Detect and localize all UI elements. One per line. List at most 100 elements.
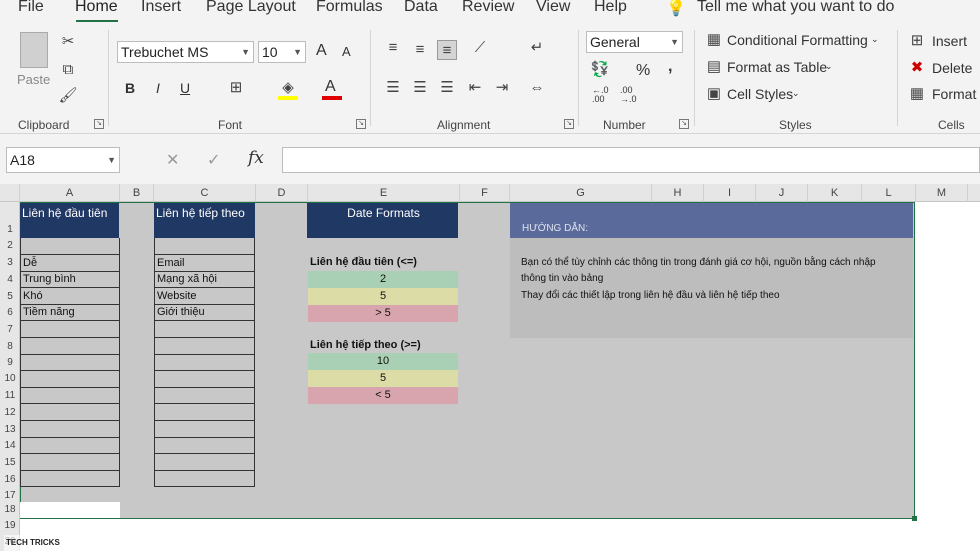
menu-review[interactable]: Review — [462, 0, 514, 16]
header-next-contact[interactable]: Liên hệ tiếp theo — [154, 203, 255, 238]
menu-view[interactable]: View — [536, 0, 570, 16]
guide-header[interactable]: HƯỚNG DẪN: — [510, 203, 913, 238]
row-header[interactable]: 5 — [0, 291, 20, 302]
column-header[interactable]: M — [916, 184, 968, 202]
list-item[interactable]: Email — [155, 255, 185, 271]
clipboard-launcher-icon[interactable]: ↘ — [94, 119, 104, 129]
column-header[interactable]: C — [154, 184, 256, 202]
row-header[interactable]: 3 — [0, 257, 20, 268]
insert-cells-icon[interactable]: ⊞ — [907, 31, 927, 51]
alignment-launcher-icon[interactable]: ↘ — [564, 119, 574, 129]
align-bottom-icon[interactable]: ≡ — [437, 40, 457, 60]
list-item[interactable]: Trung bình — [21, 271, 76, 287]
merge-center-icon[interactable]: ⇔ — [527, 78, 547, 98]
conditional-formatting-icon[interactable]: ▦ — [704, 30, 724, 50]
list-item[interactable]: Tiềm năng — [21, 304, 75, 320]
first-value-green[interactable]: 2 — [308, 271, 458, 288]
list-item[interactable]: Mạng xã hội — [155, 271, 217, 287]
tell-me-search[interactable]: Tell me what you want to do — [697, 0, 894, 16]
menu-help[interactable]: Help — [594, 0, 627, 16]
number-format-select[interactable]: General ▼ — [586, 31, 683, 53]
row-header[interactable]: 12 — [0, 407, 20, 418]
row-header[interactable]: 8 — [0, 341, 20, 352]
menu-page-layout[interactable]: Page Layout — [206, 0, 296, 16]
menu-formulas[interactable]: Formulas — [316, 0, 383, 16]
column-header[interactable]: L — [862, 184, 916, 202]
insert-button[interactable]: Insert — [932, 33, 967, 49]
row-header[interactable]: 7 — [0, 324, 20, 335]
format-button[interactable]: Format — [932, 86, 976, 102]
row-header[interactable]: 10 — [0, 373, 20, 384]
row-header[interactable]: 2 — [0, 240, 20, 251]
format-table-icon[interactable]: ▤ — [704, 57, 724, 77]
column-header[interactable]: J — [756, 184, 808, 202]
row-header[interactable]: 18 — [0, 504, 20, 515]
next-value-yellow[interactable]: 5 — [308, 370, 458, 387]
format-cells-icon[interactable]: ▦ — [907, 84, 927, 104]
number-launcher-icon[interactable]: ↘ — [679, 119, 689, 129]
row-header[interactable]: 14 — [0, 440, 20, 451]
cell-styles-button[interactable]: Cell Styles — [727, 86, 793, 102]
italic-button[interactable]: I — [156, 80, 160, 96]
font-color-button[interactable]: A — [325, 78, 336, 96]
row-header[interactable]: 4 — [0, 274, 20, 285]
list-item[interactable]: Dễ — [21, 255, 37, 271]
conditional-formatting-button[interactable]: Conditional Formatting — [727, 32, 868, 48]
chevron-down-icon[interactable]: ⌄ — [792, 88, 800, 99]
next-value-green[interactable]: 10 — [308, 353, 458, 370]
formula-input[interactable] — [282, 147, 980, 173]
underline-button[interactable]: U — [180, 80, 190, 96]
font-size-select[interactable]: 10 ▼ — [258, 41, 306, 63]
row-header[interactable]: 16 — [0, 474, 20, 485]
column-header[interactable]: H — [652, 184, 704, 202]
font-launcher-icon[interactable]: ↘ — [356, 119, 366, 129]
header-date-formats[interactable]: Date Formats — [307, 203, 458, 238]
bold-button[interactable]: B — [125, 80, 135, 96]
paste-label[interactable]: Paste — [17, 72, 50, 87]
selected-cell-a18[interactable] — [20, 502, 120, 518]
first-value-yellow[interactable]: 5 — [308, 288, 458, 305]
menu-data[interactable]: Data — [404, 0, 438, 16]
fill-handle[interactable] — [912, 516, 917, 521]
enter-icon[interactable]: ✓ — [207, 150, 220, 170]
column-header[interactable]: F — [460, 184, 510, 202]
row-header[interactable]: 13 — [0, 424, 20, 435]
wrap-text-icon[interactable]: ↵ — [527, 38, 547, 58]
format-painter-icon[interactable]: 🖌 — [58, 86, 78, 106]
grow-font-button[interactable]: A — [316, 42, 327, 60]
cell-styles-icon[interactable]: ▣ — [704, 84, 724, 104]
currency-icon[interactable]: 💱 — [590, 60, 610, 80]
delete-button[interactable]: Delete — [932, 60, 972, 76]
insert-function-button[interactable]: fx — [248, 148, 264, 168]
font-name-select[interactable]: Trebuchet MS ▼ — [117, 41, 254, 63]
name-box[interactable]: A18 ▼ — [6, 147, 120, 173]
increase-decimal-button[interactable]: ←.0 .00 — [592, 86, 609, 104]
percent-button[interactable]: % — [636, 62, 650, 80]
increase-indent-icon[interactable]: ⇥ — [492, 78, 512, 98]
cut-icon[interactable]: ✂ — [58, 32, 78, 52]
header-first-contact[interactable]: Liên hệ đầu tiên — [20, 203, 119, 238]
cancel-icon[interactable]: ✕ — [166, 150, 179, 170]
paste-icon[interactable] — [20, 32, 48, 68]
row-header[interactable]: 6 — [0, 307, 20, 318]
row-header[interactable]: 17 — [0, 490, 20, 501]
column-header[interactable]: D — [256, 184, 308, 202]
row-header[interactable]: 11 — [0, 390, 20, 401]
align-left-icon[interactable]: ☰ — [383, 78, 403, 98]
list-item[interactable]: Website — [155, 288, 197, 304]
format-as-table-button[interactable]: Format as Table — [727, 59, 827, 75]
decrease-decimal-button[interactable]: .00 →.0 — [620, 86, 637, 104]
menu-home[interactable]: Home — [75, 0, 118, 16]
comma-button[interactable]: , — [668, 58, 672, 76]
row-header[interactable]: 15 — [0, 457, 20, 468]
list-item[interactable]: Khó — [21, 288, 43, 304]
align-middle-icon[interactable]: ≡ — [410, 40, 430, 60]
first-contact-label[interactable]: Liên hệ đầu tiên (<=) — [308, 254, 417, 270]
column-header[interactable]: K — [808, 184, 862, 202]
align-right-icon[interactable]: ☰ — [437, 78, 457, 98]
align-top-icon[interactable]: ≡ — [383, 38, 403, 58]
menu-insert[interactable]: Insert — [141, 0, 181, 16]
align-center-icon[interactable]: ☰ — [410, 78, 430, 98]
list-item[interactable]: Giới thiệu — [155, 304, 205, 320]
column-header[interactable]: I — [704, 184, 756, 202]
